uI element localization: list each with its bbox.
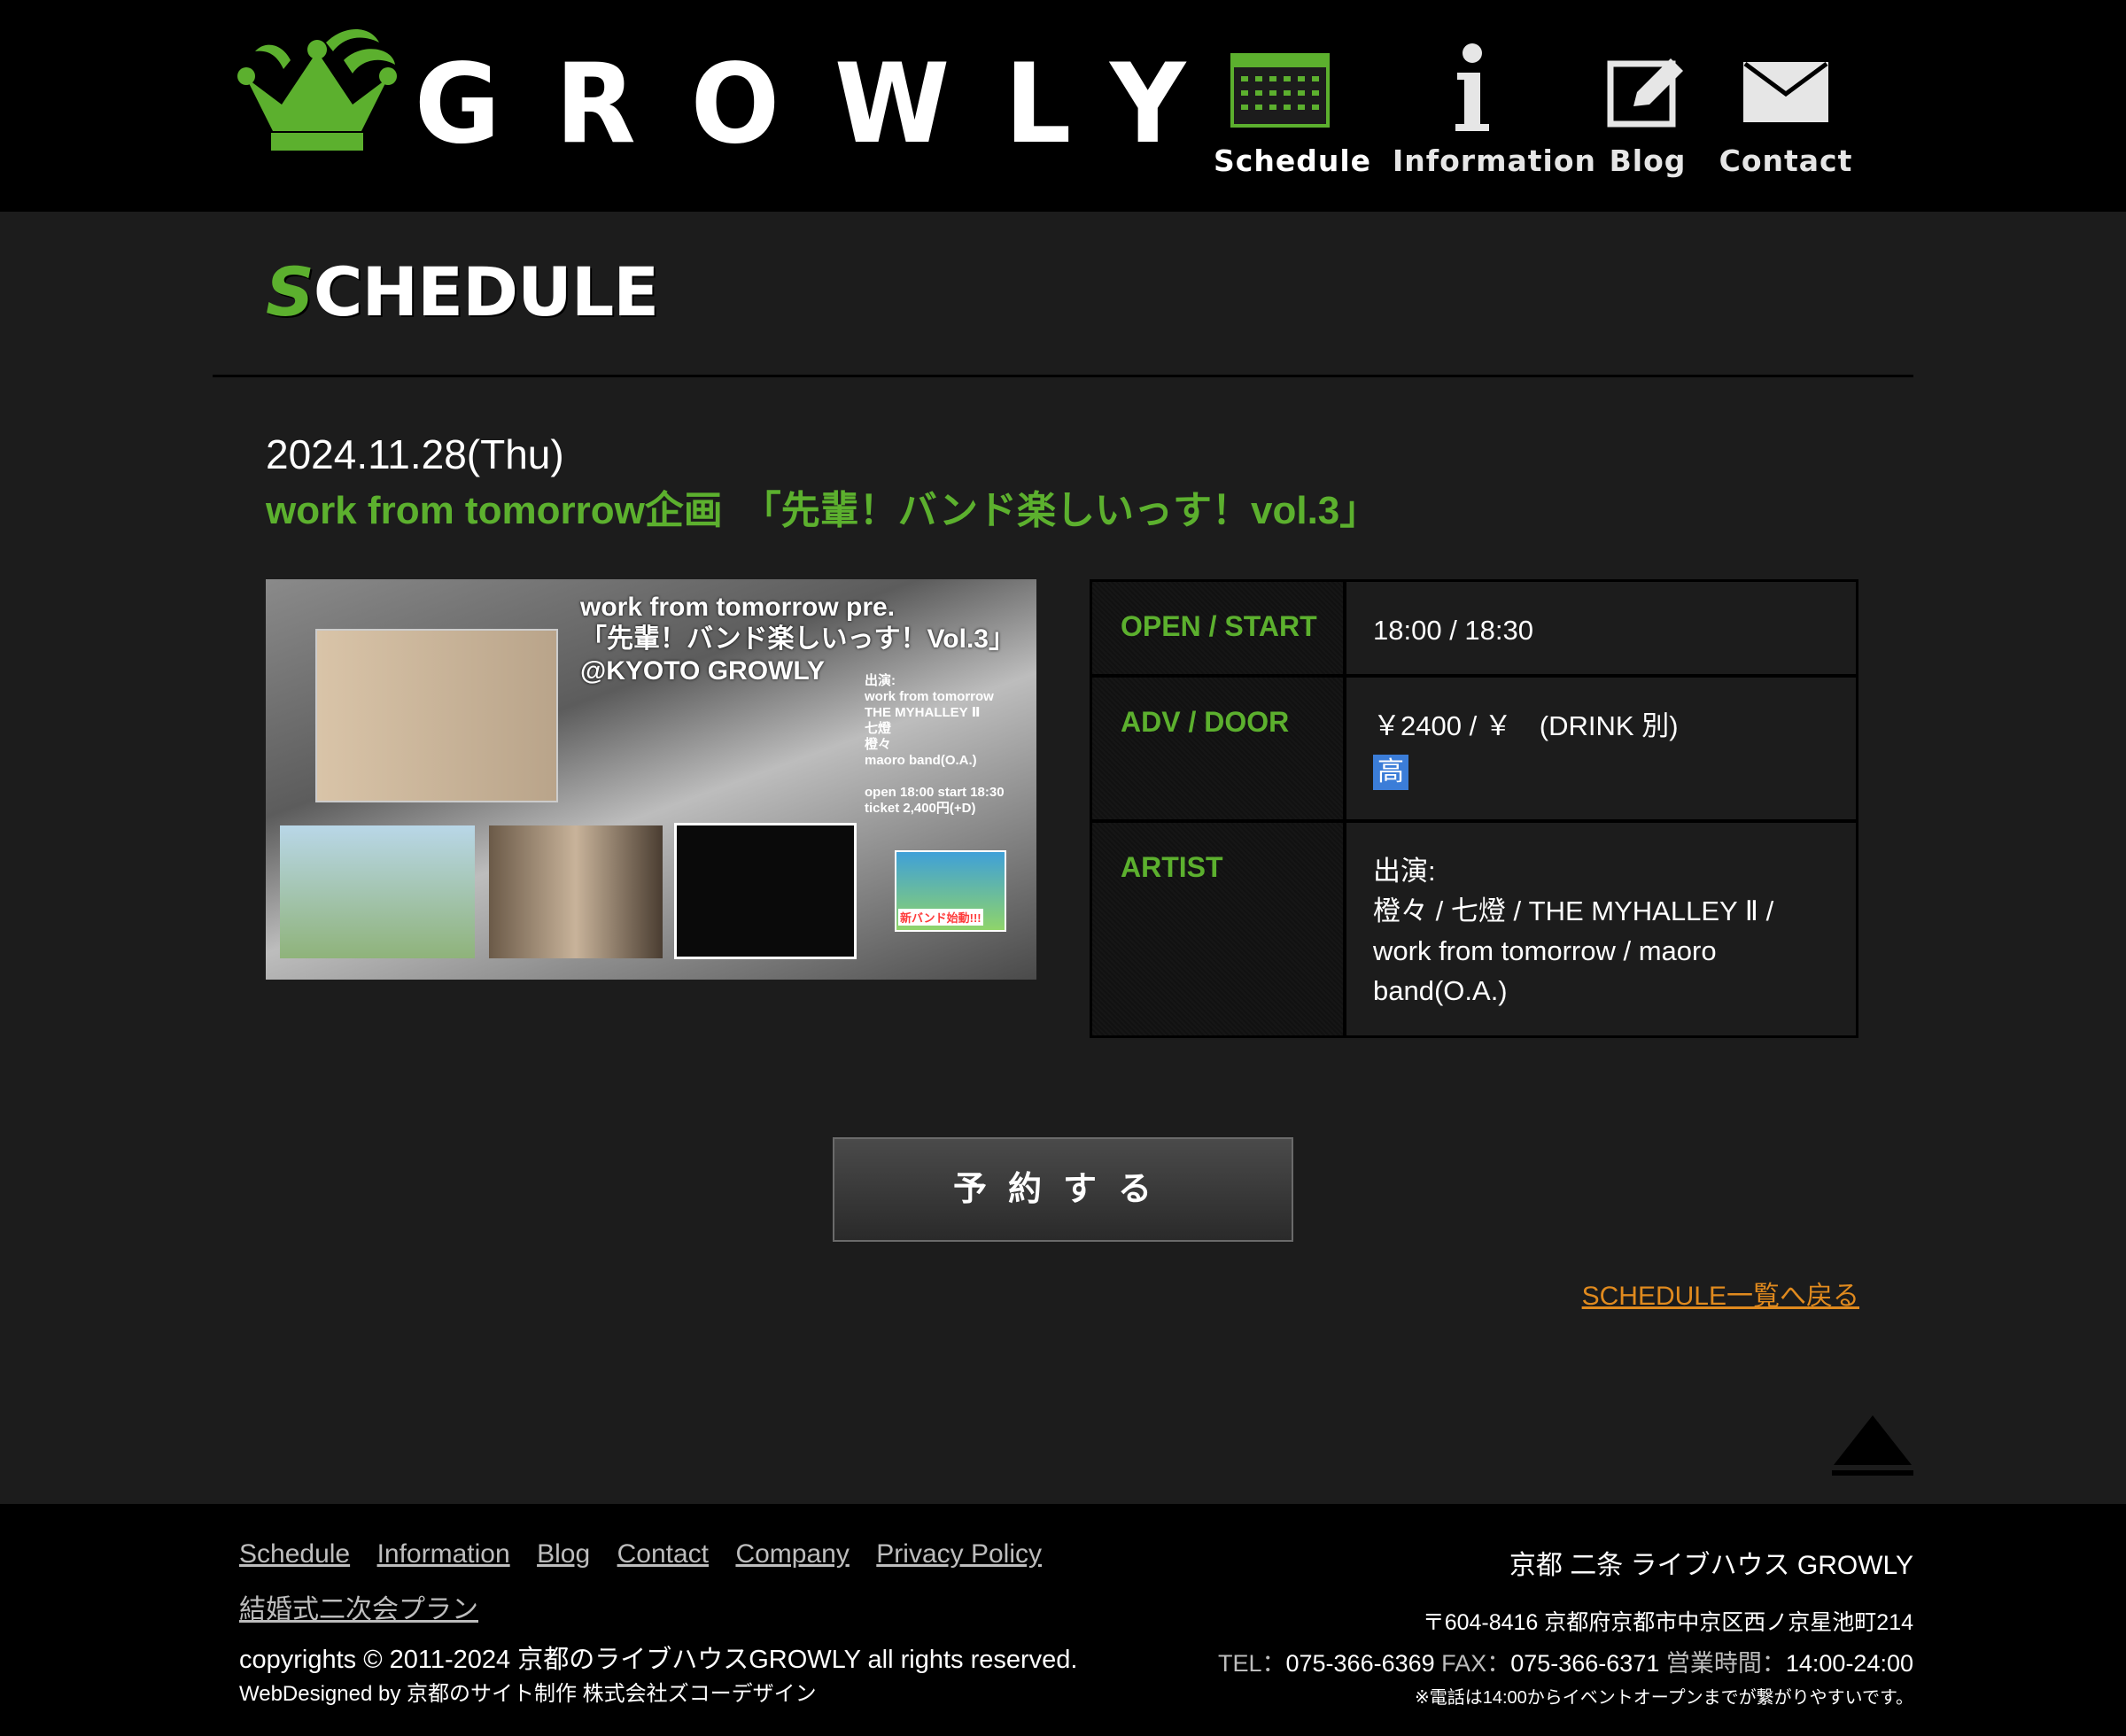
footer-link-wedding-plan[interactable]: 結婚式二次会プラン: [239, 1587, 478, 1626]
logo-wordmark: GROWLY: [415, 39, 1241, 168]
info-value: 18:00 / 18:30: [1346, 582, 1856, 674]
site-header: GROWLY Schedule Information Blog Contact: [0, 0, 2126, 212]
nav-contact-label: Contact: [1719, 143, 1853, 178]
event-date: 2024.11.28(Thu): [266, 431, 564, 477]
crown-logo-icon: [237, 29, 397, 151]
event-info-table: OPEN / START 18:00 / 18:30 ADV / DOOR ￥2…: [1090, 579, 1858, 1038]
nav-blog-label: Blog: [1609, 143, 1687, 178]
info-row-adv-door: ADV / DOOR ￥2400 / ￥ (DRINK 別) 高: [1092, 678, 1856, 819]
flyer-photo-duo: [317, 631, 556, 801]
info-key: OPEN / START: [1092, 582, 1343, 674]
nav-information-label: Information: [1393, 143, 1596, 178]
flyer-new-band-badge: 新バンド始動!!!: [898, 909, 983, 926]
footer-link-schedule[interactable]: Schedule: [239, 1539, 350, 1569]
nav-blog[interactable]: Blog: [1586, 35, 1710, 186]
info-value: ￥2400 / ￥ (DRINK 別) 高: [1346, 678, 1856, 819]
title-divider: [213, 375, 1913, 377]
info-icon: [1455, 43, 1489, 131]
footer-tel: 075-366-6369: [1285, 1650, 1435, 1677]
footer-link-information[interactable]: Information: [377, 1539, 510, 1569]
main-nav: Schedule Information Blog Contact: [1214, 35, 1851, 186]
footer-link-contact[interactable]: Contact: [617, 1539, 709, 1569]
footer-hours: 14:00-24:00: [1785, 1650, 1913, 1677]
flyer-photo-group-outdoor: [280, 825, 475, 958]
high-school-badge: 高: [1373, 755, 1408, 790]
info-key: ARTIST: [1092, 823, 1343, 1035]
footer-phone-note: ※電話は14:00からイベントオープンまでが繋がりやすいです。: [1414, 1688, 1913, 1708]
page-title-initial: S: [266, 252, 314, 331]
footer-designer-credit: WebDesigned by 京都のサイト制作 株式会社ズコーデザイン: [239, 1682, 817, 1706]
nav-schedule[interactable]: Schedule: [1214, 35, 1372, 186]
site-logo[interactable]: GROWLY: [237, 25, 1185, 167]
footer-fax: 075-366-6371: [1510, 1650, 1660, 1677]
price-text: ￥2400 / ￥ (DRINK 別): [1373, 710, 1679, 741]
info-row-open-start: OPEN / START 18:00 / 18:30: [1092, 582, 1856, 674]
event-flyer-image: work from tomorrow pre. 「先輩！バンド楽しいっす！Vol…: [266, 579, 1036, 980]
nav-contact[interactable]: Contact: [1715, 35, 1857, 186]
pencil-edit-icon: [1607, 58, 1683, 128]
footer-contact-line: TEL：075-366-6369 FAX：075-366-6371 営業時間：1…: [1217, 1650, 1913, 1677]
nav-information[interactable]: Information: [1393, 35, 1596, 186]
footer-link-privacy[interactable]: Privacy Policy: [876, 1539, 1042, 1569]
footer-link-blog[interactable]: Blog: [537, 1539, 590, 1569]
footer-address: 〒604-8416 京都府京都市中京区西ノ京星池町214: [1422, 1610, 1913, 1635]
envelope-icon: [1743, 62, 1828, 122]
site-footer: Schedule Information Blog Contact Compan…: [0, 1504, 2126, 1736]
page-title-rest: CHEDULE: [313, 252, 659, 331]
event-title: work from tomorrow企画 「先輩！バンド楽しいっす！vol.3」: [266, 489, 1379, 532]
flyer-photo-band-dark: [677, 825, 854, 957]
footer-links: Schedule Information Blog Contact Compan…: [239, 1539, 1065, 1569]
info-value: 出演: 橙々 / 七燈 / THE MYHALLEY Ⅱ / work from…: [1346, 823, 1856, 1035]
calendar-icon: [1230, 53, 1330, 128]
nav-schedule-label: Schedule: [1214, 143, 1372, 178]
footer-link-company[interactable]: Company: [735, 1539, 849, 1569]
back-to-schedule-link[interactable]: SCHEDULE一覧へ戻る: [1582, 1274, 1859, 1313]
footer-copyright: copyrights © 2011-2024 京都のライブハウスGROWLY a…: [239, 1646, 1078, 1674]
info-row-artist: ARTIST 出演: 橙々 / 七燈 / THE MYHALLEY Ⅱ / wo…: [1092, 823, 1856, 1035]
flyer-info: 出演: work from tomorrow THE MYHALLEY Ⅱ 七燈…: [865, 673, 1005, 816]
info-key: ADV / DOOR: [1092, 678, 1343, 819]
page-title: SCHEDULE: [266, 259, 659, 326]
scroll-to-top-icon[interactable]: [1832, 1415, 1913, 1477]
flyer-photo-window: [489, 825, 663, 958]
footer-venue-name: 京都 二条 ライブハウス GROWLY: [1509, 1551, 1913, 1580]
reserve-button[interactable]: 予約する: [833, 1137, 1293, 1242]
